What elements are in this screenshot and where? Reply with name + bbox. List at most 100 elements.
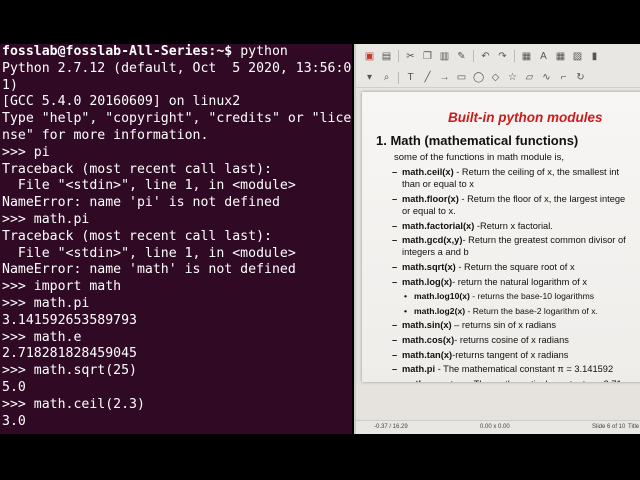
drawing-toolbar: ▾ ⌕ T ╱ → ▭ ◯ ◇ ☆ ▱ ∿ ⌐ ↻ bbox=[356, 68, 640, 88]
slide-canvas[interactable]: Built-in python modules 1. Math (mathema… bbox=[362, 92, 640, 382]
function-name: math.floor(x) bbox=[402, 193, 459, 204]
function-description-continued: or equal to x. bbox=[402, 206, 456, 216]
function-description: - Return the greatest common divisor of bbox=[462, 235, 626, 246]
function-name: math.sqrt(x) bbox=[402, 261, 456, 272]
arrow-icon[interactable]: → bbox=[439, 72, 450, 83]
dash-bullet-icon: – bbox=[392, 193, 398, 204]
zoom-icon[interactable]: ⌕ bbox=[381, 72, 392, 83]
terminal-line: NameError: name 'math' is not defined bbox=[2, 262, 296, 278]
function-name: math.log10(x) bbox=[414, 291, 470, 302]
copy-icon[interactable]: ❐ bbox=[422, 51, 433, 62]
terminal-line: 3.141592653589793 bbox=[2, 312, 137, 328]
terminal-line: NameError: name 'pi' is not defined bbox=[2, 195, 280, 211]
cursor-position: -0.37 / 16.29 bbox=[374, 424, 408, 430]
dash-bullet-icon: – bbox=[392, 167, 398, 177]
terminal-output[interactable]: fosslab@fosslab-All-Series:~$ python Pyth… bbox=[0, 44, 352, 430]
function-item: • math.log2(x) - Return the base-2 logari… bbox=[392, 305, 640, 317]
redo-icon[interactable]: ↷ bbox=[497, 51, 508, 62]
grid-icon[interactable]: ▦ bbox=[521, 51, 532, 62]
ellipse-icon[interactable]: ◯ bbox=[473, 72, 484, 83]
function-description: - returns cosine of x radians bbox=[454, 334, 569, 345]
terminal-prompt: fosslab@fosslab-All-Series:~$ bbox=[2, 44, 233, 59]
shape-icon[interactable]: ◇ bbox=[490, 72, 501, 83]
function-name: math.log(x) bbox=[402, 276, 453, 287]
terminal-line: 3.0 bbox=[2, 413, 26, 429]
function-item: – math.sqrt(x) - Return the square root o… bbox=[392, 261, 640, 273]
layout-title: Title bbox=[628, 424, 640, 430]
function-description: - Return the base-2 logarithm of x. bbox=[465, 305, 598, 316]
text-icon[interactable]: A bbox=[538, 51, 549, 62]
section-intro: some of the functions in math module is, bbox=[394, 152, 565, 163]
paste-icon[interactable]: ▥ bbox=[439, 51, 450, 62]
dash-bullet-icon: – bbox=[392, 261, 398, 272]
textbox-icon[interactable]: T bbox=[405, 72, 416, 83]
undo-icon[interactable]: ↶ bbox=[480, 51, 491, 62]
terminal-line: >>> math.sqrt(25) bbox=[2, 363, 137, 379]
terminal-line: >>> math.pi bbox=[2, 211, 90, 227]
pdf-export-icon[interactable]: ▣ bbox=[364, 51, 375, 62]
terminal-prompt-line: fosslab@fosslab-All-Series:~$ python bbox=[2, 44, 352, 61]
rectangle-icon[interactable]: ▭ bbox=[456, 72, 467, 83]
terminal-line: nse" for more information. bbox=[2, 127, 209, 143]
function-description: - Return the floor of x, the largest int… bbox=[458, 193, 626, 204]
cut-icon[interactable]: ✂ bbox=[405, 51, 416, 62]
terminal-line: >>> math.e bbox=[2, 329, 82, 345]
dash-bullet-icon: – bbox=[392, 276, 398, 287]
slide-counter: Slide 6 of 10 bbox=[592, 424, 626, 430]
function-item: – math.floor(x) - Return the floor of x, … bbox=[392, 193, 640, 217]
function-item: – math.pi - The mathematical constant π =… bbox=[392, 363, 640, 375]
dash-bullet-icon: – bbox=[392, 364, 398, 375]
terminal-window[interactable]: fosslab@fosslab-All-Series:~$ python Pyth… bbox=[0, 44, 352, 434]
function-item: – math.factorial(x) -Return x factorial. bbox=[392, 220, 640, 232]
dash-bullet-icon: – bbox=[392, 334, 398, 345]
line-icon[interactable]: ╱ bbox=[422, 72, 433, 83]
function-name: math.ceil(x) bbox=[402, 167, 454, 177]
function-item: – math.log(x)- return the natural logarit… bbox=[392, 276, 640, 288]
dash-bullet-icon: – bbox=[392, 378, 397, 382]
terminal-line: Type "help", "copyright", "credits" or "… bbox=[2, 111, 352, 127]
top-black-border bbox=[0, 0, 640, 44]
callout-icon[interactable]: ▱ bbox=[524, 72, 535, 83]
table-icon[interactable]: ▦ bbox=[555, 51, 566, 62]
function-name: math.factorial(x) bbox=[402, 220, 475, 231]
function-name: math.cos(x) bbox=[402, 334, 455, 345]
print-icon[interactable]: ▤ bbox=[381, 51, 392, 62]
terminal-line: >>> import math bbox=[2, 279, 122, 295]
function-item: – math.ceil(x) - Return the ceiling of x,… bbox=[392, 166, 640, 190]
function-description: - The mathematical constant π = 3.141592 bbox=[435, 364, 614, 375]
terminal-line: 5.0 bbox=[2, 379, 26, 395]
terminal-line: 2.718281828459045 bbox=[2, 346, 137, 362]
image-icon[interactable]: ▨ bbox=[572, 51, 583, 62]
curve-icon[interactable]: ∿ bbox=[541, 72, 552, 83]
function-description-continued: than or equal to x bbox=[402, 179, 474, 190]
function-description: - Return the square root of x bbox=[455, 261, 575, 272]
terminal-line: >>> math.ceil(2.3) bbox=[2, 396, 145, 412]
screen: fosslab@fosslab-All-Series:~$ python Pyth… bbox=[0, 0, 640, 480]
function-description: – returns The mathematical constant e = … bbox=[432, 379, 622, 382]
star-icon[interactable]: ☆ bbox=[507, 72, 518, 83]
terminal-line: Traceback (most recent call last): bbox=[2, 228, 272, 244]
function-name: math.sin(x) bbox=[402, 320, 452, 331]
function-name: math.pi bbox=[402, 364, 436, 375]
select-icon[interactable]: ▾ bbox=[364, 72, 375, 83]
terminal-line: >>> math.pi bbox=[2, 295, 90, 311]
bottom-black-border bbox=[0, 434, 640, 480]
function-item: – math.cos(x)- returns cosine of x radian… bbox=[392, 334, 640, 346]
connector-icon[interactable]: ⌐ bbox=[558, 72, 569, 83]
terminal-line: File "<stdin>", line 1, in <module> bbox=[2, 178, 296, 194]
dash-bullet-icon: – bbox=[392, 220, 398, 231]
function-description: -Return x factorial. bbox=[474, 220, 553, 231]
dash-bullet-icon: – bbox=[392, 235, 398, 246]
chart-icon[interactable]: ▮ bbox=[589, 51, 600, 62]
function-item: – math.gcd(x,y)- Return the greatest comm… bbox=[392, 234, 640, 258]
terminal-line: [GCC 5.4.0 20160609] on linux2 bbox=[2, 94, 241, 110]
function-item: – math.e – returns The mathematical const… bbox=[392, 378, 640, 382]
slide-title: Built-in python modules bbox=[448, 110, 603, 125]
object-size: 0.00 x 0.00 bbox=[480, 424, 510, 430]
bullet-icon: • bbox=[404, 305, 408, 316]
clone-icon[interactable]: ✎ bbox=[456, 51, 467, 62]
terminal-line: Python 2.7.12 (default, Oct 5 2020, 13:5… bbox=[2, 60, 352, 76]
standard-toolbar: ▣ ▤ ✂ ❐ ▥ ✎ ↶ ↷ ▦ A ▦ ▨ ▮ bbox=[356, 46, 640, 66]
function-description-continued: integers a and b bbox=[402, 247, 469, 258]
rotate-icon[interactable]: ↻ bbox=[575, 72, 586, 83]
